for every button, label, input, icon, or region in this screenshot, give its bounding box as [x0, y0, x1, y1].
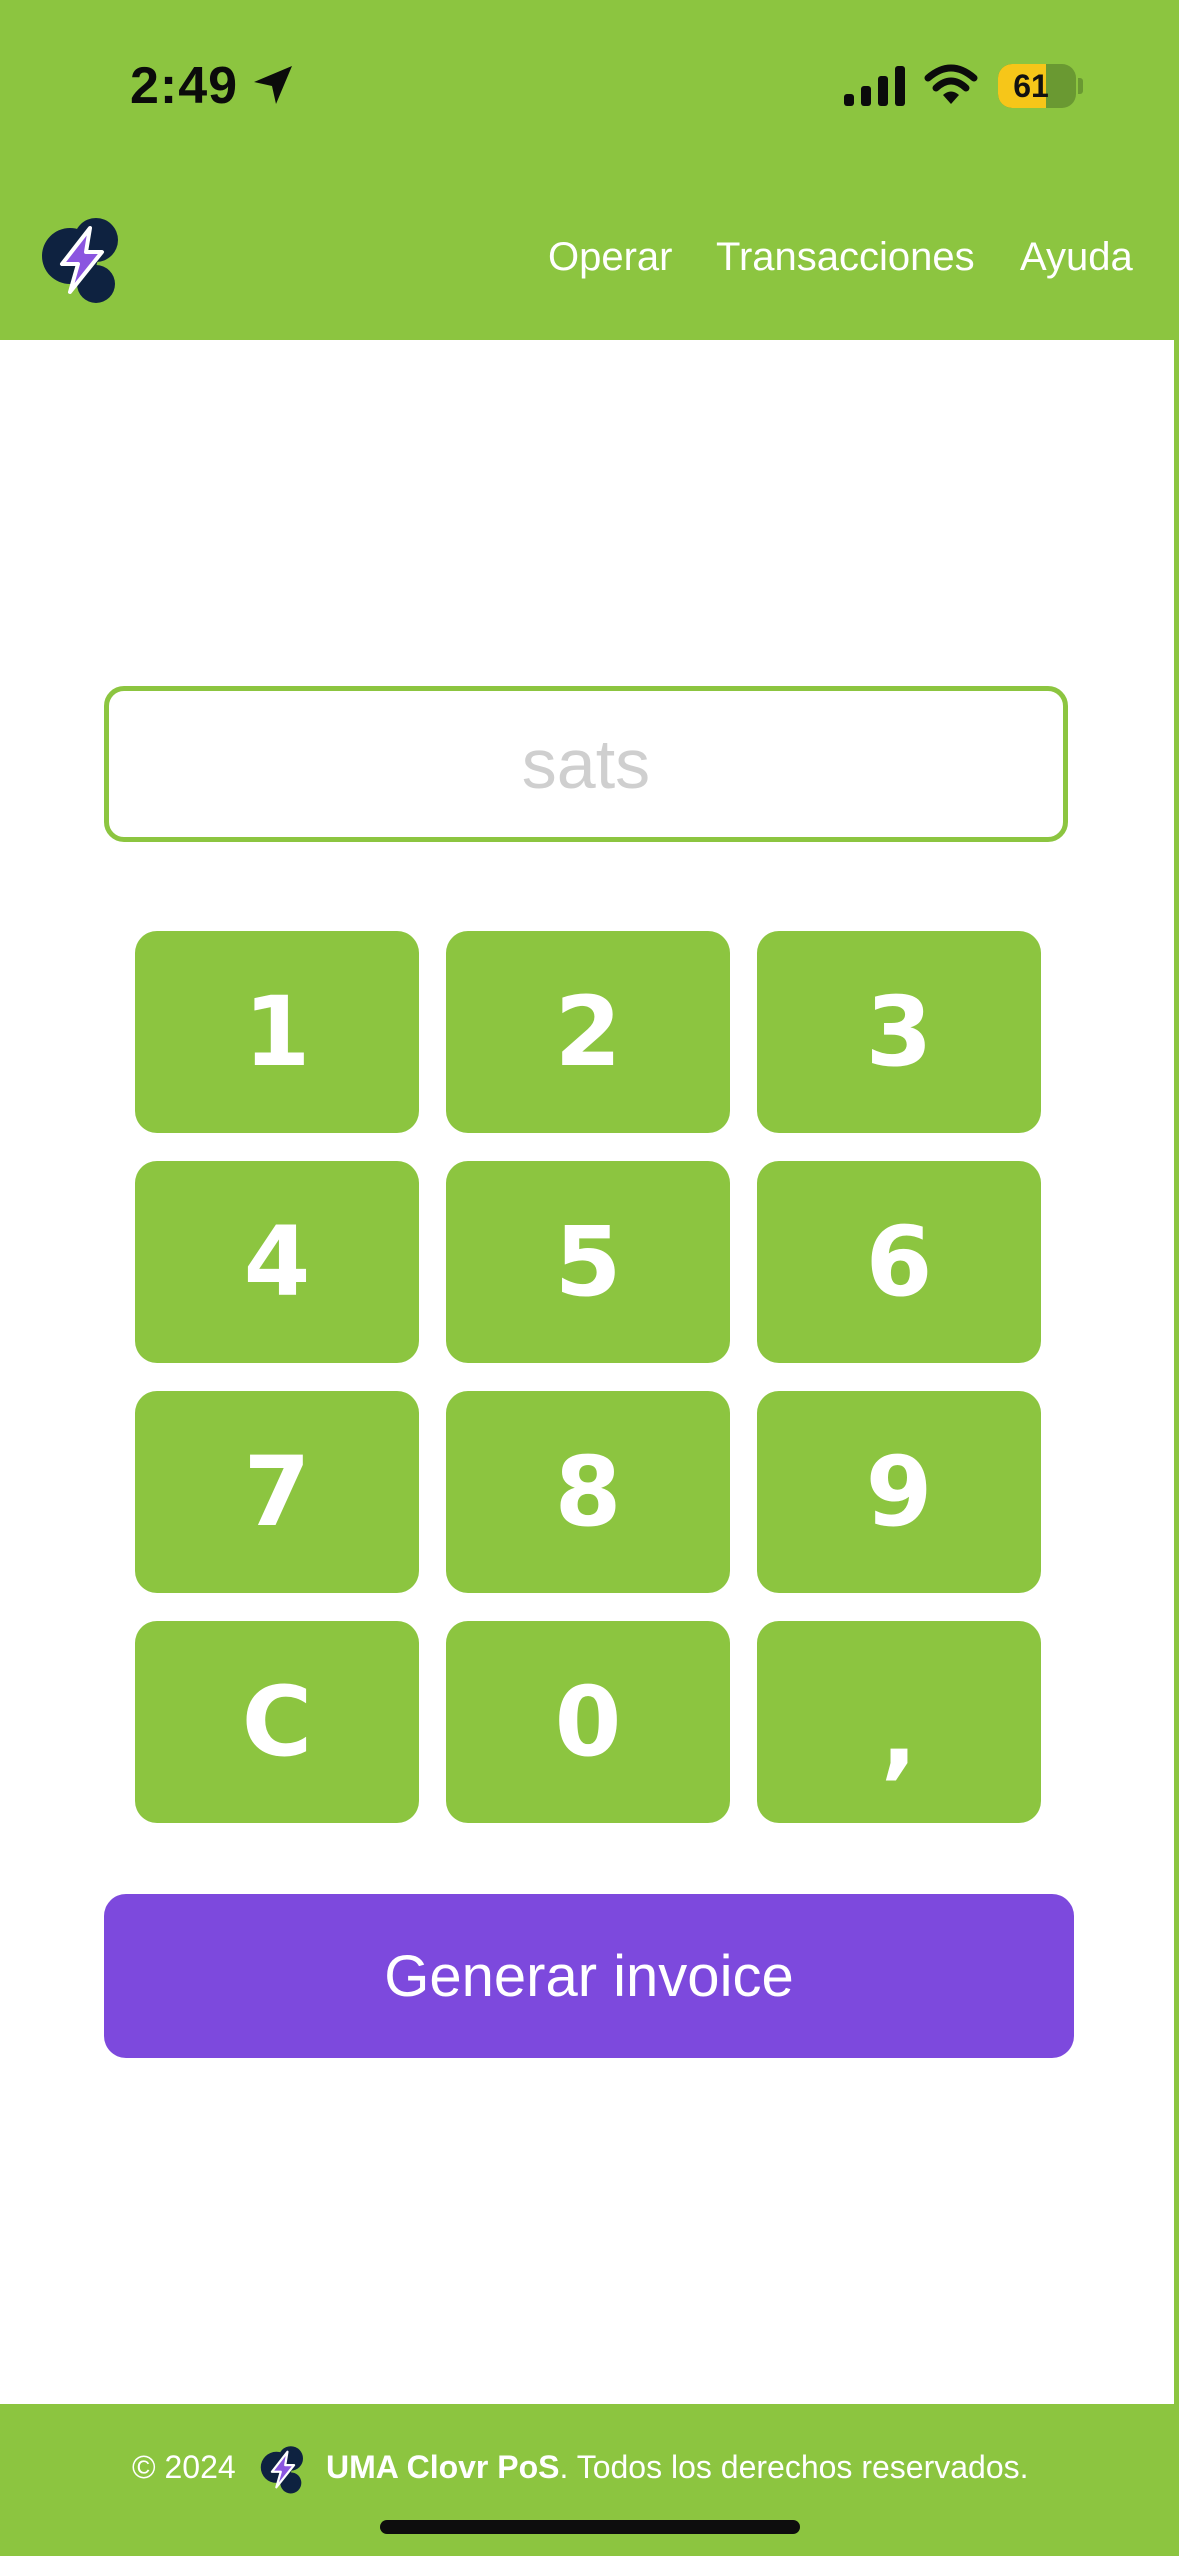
app-header	[0, 0, 1179, 340]
nav-transacciones[interactable]: Transacciones	[716, 232, 975, 282]
battery-icon: 61	[998, 64, 1076, 108]
key-decimal-comma[interactable]: ,	[757, 1621, 1041, 1823]
key-0[interactable]: 0	[446, 1621, 730, 1823]
home-indicator[interactable]	[380, 2520, 800, 2534]
location-arrow-icon	[254, 66, 292, 104]
key-4[interactable]: 4	[135, 1161, 419, 1363]
nav-ayuda[interactable]: Ayuda	[1020, 232, 1133, 282]
key-6[interactable]: 6	[757, 1161, 1041, 1363]
key-9[interactable]: 9	[757, 1391, 1041, 1593]
key-clear[interactable]: C	[135, 1621, 419, 1823]
wifi-icon	[924, 64, 978, 104]
key-8[interactable]: 8	[446, 1391, 730, 1593]
generate-invoice-button[interactable]: Generar invoice	[104, 1894, 1074, 2058]
amount-input[interactable]	[104, 686, 1068, 842]
key-3[interactable]: 3	[757, 931, 1041, 1133]
footer-brand-name: UMA Clovr PoS	[326, 2449, 560, 2485]
key-2[interactable]: 2	[446, 931, 730, 1133]
nav-operar[interactable]: Operar	[548, 232, 673, 282]
status-time: 2:49	[130, 57, 239, 115]
footer-brand-text: UMA Clovr PoS. Todos los derechos reserv…	[326, 2446, 1029, 2488]
key-7[interactable]: 7	[135, 1391, 419, 1593]
cellular-signal-icon	[844, 66, 905, 106]
footer-rights: . Todos los derechos reservados.	[559, 2449, 1029, 2485]
page-edge	[1174, 340, 1179, 2404]
battery-cap	[1078, 78, 1083, 94]
footer-lightning-bolt-logo	[260, 2446, 303, 2494]
footer-copyright: © 2024	[132, 2449, 236, 2485]
key-1[interactable]: 1	[135, 931, 419, 1133]
lightning-bolt-logo[interactable]	[40, 214, 124, 304]
battery-level: 61	[1013, 68, 1049, 104]
key-5[interactable]: 5	[446, 1161, 730, 1363]
